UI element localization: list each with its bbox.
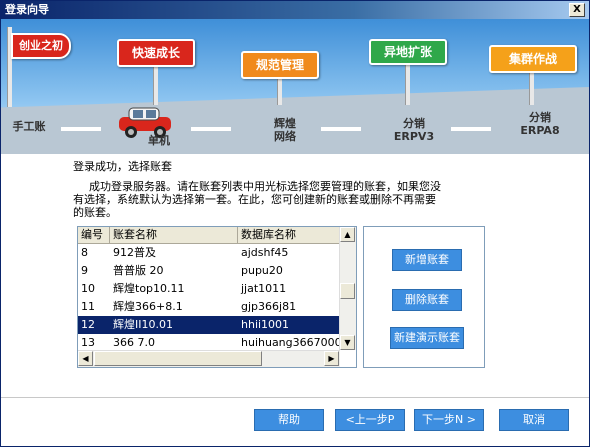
scroll-right-arrow-icon[interactable]: ▶ [324,351,339,366]
next-button[interactable]: 下一步N > [414,409,484,431]
cell-name: 辉煌366+8.1 [113,300,183,313]
list-header: 编号 账套名称 数据库名称 [78,227,340,244]
road-mark-network: 辉煌 网络 [265,117,305,143]
horizontal-scroll-thumb[interactable] [94,351,262,366]
prev-button[interactable]: <上一步P [335,409,405,431]
description-line2: 有选择，系统默认为选择第一套。在此，您可创建新的账套或删除不再需要 [73,193,436,206]
cell-db: hhii1001 [241,318,290,331]
road-mark-line1: 分销 [403,117,425,130]
road-mark-line1: 分销 [529,111,551,124]
cancel-button[interactable]: 取消 [499,409,569,431]
road-mark-manual: 手工账 [7,120,51,133]
banner-illustration: 创业之初 快速成长 规范管理 异地扩张 集群作战 手工账 单机 辉煌 网络 分销… [1,19,589,154]
road-line [191,127,231,131]
divider [1,397,589,398]
cell-name: 普普版 20 [113,264,164,277]
vertical-scrollbar[interactable]: ▲ ▼ [339,227,356,350]
description-line3: 的账套。 [73,206,117,219]
cell-db: gjp366j81 [241,300,297,313]
account-set-list[interactable]: 编号 账套名称 数据库名称 8 912普及 ajdshf45 9 普普版 20 … [77,226,357,368]
road-mark-line1: 辉煌 [274,117,296,130]
cell-name: 辉煌top10.11 [113,282,185,295]
road-line [321,127,361,131]
wizard-content: 登录成功，选择账套 成功登录服务器。请在账套列表中用光标选择您要管理的账套，如果… [1,154,589,446]
title-bar: 登录向导 X [1,1,589,19]
road-mark-line2: 网络 [274,130,296,143]
cell-id: 10 [81,282,95,295]
cell-db: ajdshf45 [241,246,289,259]
table-row[interactable]: 8 912普及 ajdshf45 [78,244,340,262]
description: 成功登录服务器。请在账套列表中用光标选择您要管理的账套，如果您没 有选择，系统默… [73,180,501,219]
horizontal-scrollbar[interactable]: ◀ ▶ [78,350,340,367]
cell-id: 9 [81,264,88,277]
table-row-selected[interactable]: 12 辉煌II10.01 hhii1001 [78,316,340,334]
scroll-up-arrow-icon[interactable]: ▲ [340,227,355,242]
column-header-db[interactable]: 数据库名称 [238,227,340,243]
road-mark-line1: 单机 [148,134,170,147]
table-row[interactable]: 9 普普版 20 pupu20 [78,262,340,280]
account-set-actions: 新增账套 删除账套 新建演示账套 [363,226,485,368]
table-row[interactable]: 11 辉煌366+8.1 gjp366j81 [78,298,340,316]
cell-id: 11 [81,300,95,313]
cell-db: pupu20 [241,264,283,277]
description-line1: 成功登录服务器。请在账套列表中用光标选择您要管理的账套，如果您没 [89,180,441,193]
cell-name: 辉煌II10.01 [113,318,173,331]
column-header-id[interactable]: 编号 [78,227,110,243]
road-mark-line1: 手工账 [12,120,46,133]
road-mark-line2: ERPA8 [520,124,560,137]
sign-standard-mgmt: 规范管理 [241,51,319,79]
vertical-scroll-thumb[interactable] [340,283,355,299]
sign-cluster-ops: 集群作战 [489,45,577,73]
scroll-left-arrow-icon[interactable]: ◀ [78,351,93,366]
cell-db: jjat1011 [241,282,287,295]
road-mark-line2: ERPV3 [393,130,435,143]
road-line [451,127,491,131]
new-demo-account-set-button[interactable]: 新建演示账套 [390,327,464,349]
close-button[interactable]: X [569,3,585,17]
status-text: 登录成功，选择账套 [73,160,172,173]
road-line [61,127,101,131]
delete-account-set-button[interactable]: 删除账套 [392,289,462,311]
login-wizard-window: 登录向导 X 创业之初 快速成长 规范管理 异地扩张 集群作战 手工账 单机 辉… [0,0,590,447]
sign-startup: 创业之初 [11,33,71,59]
cell-id: 12 [81,318,95,331]
window-title: 登录向导 [5,3,49,16]
add-account-set-button[interactable]: 新增账套 [392,249,462,271]
road-mark-erpa8: 分销 ERPA8 [515,111,565,137]
scroll-down-arrow-icon[interactable]: ▼ [340,335,355,350]
sign-remote-expansion: 异地扩张 [369,39,447,65]
sign-rapid-growth: 快速成长 [117,39,195,67]
cell-id: 8 [81,246,88,259]
road-mark-standalone: 单机 [139,134,179,147]
column-header-name[interactable]: 账套名称 [110,227,238,243]
table-row[interactable]: 10 辉煌top10.11 jjat1011 [78,280,340,298]
cell-name: 912普及 [113,246,156,259]
help-button[interactable]: 帮助 [254,409,324,431]
road-mark-erpv3: 分销 ERPV3 [389,117,439,143]
